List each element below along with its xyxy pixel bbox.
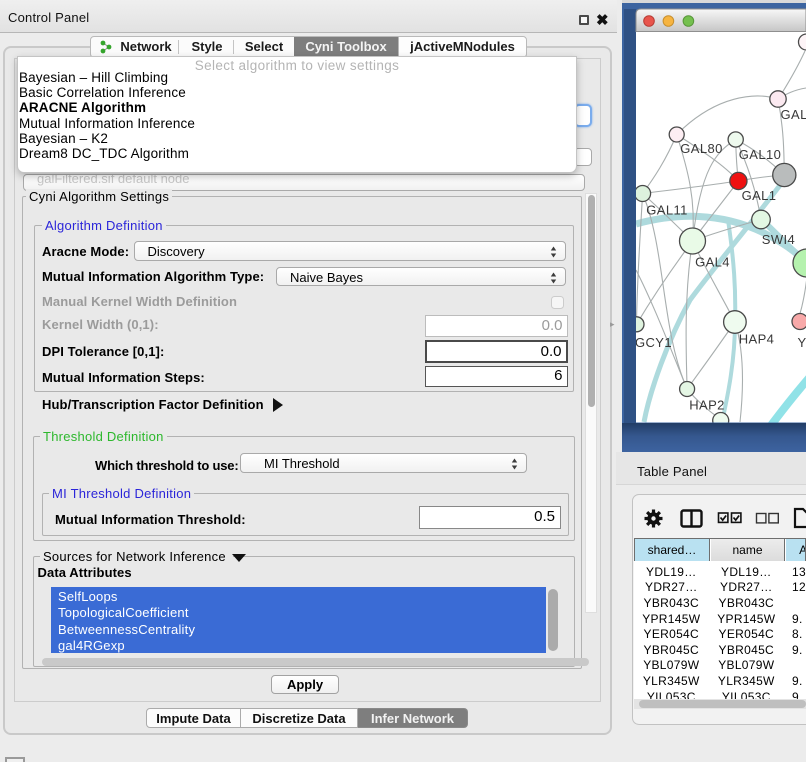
svg-text:GCY1: GCY1 — [635, 335, 672, 350]
svg-text:Y: Y — [798, 335, 806, 350]
svg-text:HAP2: HAP2 — [689, 398, 725, 413]
svg-text:HAP4: HAP4 — [739, 332, 775, 347]
svg-text:GAL4: GAL4 — [695, 255, 730, 270]
svg-text:GAL1: GAL1 — [742, 188, 777, 203]
svg-text:GAL10: GAL10 — [739, 147, 781, 162]
svg-text:GAL: GAL — [781, 107, 806, 122]
svg-text:GAL80: GAL80 — [680, 141, 722, 156]
svg-text:SWI4: SWI4 — [762, 232, 795, 247]
svg-text:GAL11: GAL11 — [646, 203, 688, 218]
